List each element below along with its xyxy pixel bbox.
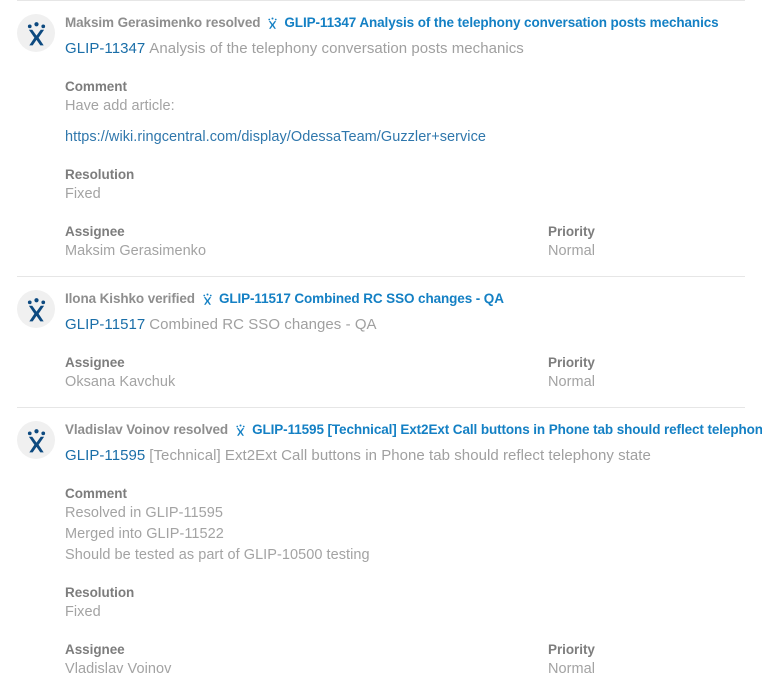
issue-key-link[interactable]: GLIP-11347 [65, 40, 145, 57]
jira-people-logo-icon [23, 427, 50, 454]
activity-actor-text: Maksim Gerasimenko resolved [65, 15, 261, 30]
activity-card: Ilona Kishko verified GLIP-11517 Combine… [0, 277, 762, 407]
resolution-label: Resolution [65, 167, 135, 182]
priority-field: Priority Normal [548, 222, 745, 262]
priority-field: Priority Normal [548, 353, 745, 393]
priority-value: Normal [548, 374, 596, 390]
comment-section: Comment Resolved in GLIP-11595 Merged in… [65, 484, 745, 566]
comment-line: Resolved in GLIP-11595 [65, 505, 224, 521]
resolution-label: Resolution [65, 585, 135, 600]
activity-body: Ilona Kishko verified GLIP-11517 Combine… [65, 288, 745, 393]
activity-feed: Maksim Gerasimenko resolved GLIP-11347 A… [0, 0, 762, 694]
assignee-priority-row: Assignee Oksana Kavchuk Priority Normal [65, 353, 745, 393]
issue-summary-text: Combined RC SSO changes - QA [149, 316, 377, 333]
activity-header-line: Ilona Kishko verified GLIP-11517 Combine… [65, 289, 745, 308]
comment-url-link[interactable]: https://wiki.ringcentral.com/display/Ode… [65, 127, 745, 148]
priority-label: Priority [548, 642, 595, 657]
activity-actor-text: Vladislav Voinov resolved [65, 422, 229, 437]
activity-issue-link[interactable]: GLIP-11347 Analysis of the telephony con… [284, 13, 718, 32]
issue-key-link[interactable]: GLIP-11517 [65, 316, 145, 333]
priority-field: Priority Normal [548, 640, 745, 680]
assignee-label: Assignee [65, 224, 125, 239]
assignee-value: Maksim Gerasimenko [65, 243, 207, 259]
resolution-value: Fixed [65, 186, 101, 202]
avatar [17, 421, 55, 459]
comment-gap [65, 117, 745, 127]
resolution-value: Fixed [65, 604, 101, 620]
issue-key-link[interactable]: GLIP-11595 [65, 447, 145, 464]
avatar-column [17, 419, 65, 680]
activity-body: Vladislav Voinov resolved GLIP-11595 [Te… [65, 419, 762, 680]
assignee-field: Assignee Oksana Kavchuk [65, 353, 548, 393]
assignee-value: Oksana Kavchuk [65, 374, 176, 390]
jira-people-logo-small-icon [234, 423, 247, 437]
priority-label: Priority [548, 355, 595, 370]
resolution-section: Resolution Fixed [65, 583, 745, 623]
issue-summary-text: [Technical] Ext2Ext Call buttons in Phon… [149, 447, 651, 464]
comment-line: Should be tested as part of GLIP-10500 t… [65, 547, 370, 563]
avatar [17, 290, 55, 328]
comment-line: Merged into GLIP-11522 [65, 526, 224, 542]
activity-issue-link[interactable]: GLIP-11517 Combined RC SSO changes - QA [219, 289, 504, 308]
avatar-column [17, 288, 65, 393]
issue-summary-line: GLIP-11347 Analysis of the telephony conv… [65, 38, 745, 60]
activity-body: Maksim Gerasimenko resolved GLIP-11347 A… [65, 12, 745, 262]
issue-summary-line: GLIP-11595 [Technical] Ext2Ext Call butto… [65, 445, 745, 467]
issue-summary-text: Analysis of the telephony conversation p… [149, 40, 524, 57]
activity-card: Vladislav Voinov resolved GLIP-11595 [Te… [0, 408, 762, 694]
priority-label: Priority [548, 224, 595, 239]
comment-line: Have add article: [65, 98, 175, 114]
comment-label: Comment [65, 79, 127, 94]
issue-summary-line: GLIP-11517 Combined RC SSO changes - QA [65, 314, 745, 336]
comment-section: Comment Have add article: https://wiki.r… [65, 77, 745, 148]
avatar [17, 14, 55, 52]
priority-value: Normal [548, 243, 596, 259]
jira-people-logo-small-icon [266, 16, 279, 30]
assignee-field: Assignee Maksim Gerasimenko [65, 222, 548, 262]
comment-label: Comment [65, 486, 127, 501]
assignee-label: Assignee [65, 642, 125, 657]
assignee-field: Assignee Vladislav Voinov [65, 640, 548, 680]
assignee-priority-row: Assignee Vladislav Voinov Priority Norma… [65, 640, 745, 680]
activity-card: Maksim Gerasimenko resolved GLIP-11347 A… [0, 1, 762, 276]
avatar-column [17, 12, 65, 262]
resolution-section: Resolution Fixed [65, 165, 745, 205]
assignee-value: Vladislav Voinov [65, 661, 172, 677]
jira-people-logo-icon [23, 296, 50, 323]
priority-value: Normal [548, 661, 596, 677]
activity-actor-text: Ilona Kishko verified [65, 291, 195, 306]
jira-people-logo-icon [23, 20, 50, 47]
assignee-label: Assignee [65, 355, 125, 370]
activity-header-line: Vladislav Voinov resolved GLIP-11595 [Te… [65, 420, 762, 439]
activity-issue-link[interactable]: GLIP-11595 [Technical] Ext2Ext Call butt… [252, 420, 762, 439]
assignee-priority-row: Assignee Maksim Gerasimenko Priority Nor… [65, 222, 745, 262]
activity-header-line: Maksim Gerasimenko resolved GLIP-11347 A… [65, 13, 745, 32]
jira-people-logo-small-icon [201, 292, 214, 306]
